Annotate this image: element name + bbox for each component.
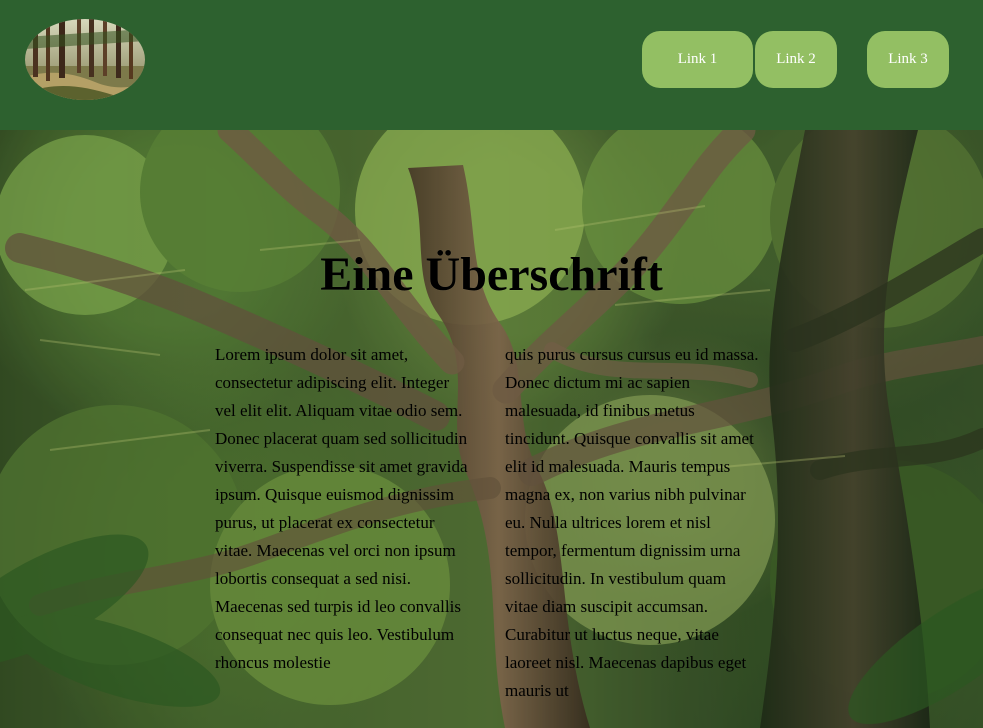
nav-link-2-button[interactable]: Link 2 bbox=[755, 31, 837, 88]
hero-section: Eine Überschrift Lorem ipsum dolor sit a… bbox=[0, 130, 983, 728]
site-header: Link 1 Link 2 Link 3 bbox=[0, 0, 983, 130]
page-title: Eine Überschrift bbox=[320, 248, 663, 301]
body-text-right-column: quis purus cursus cursus eu id massa. Do… bbox=[505, 345, 759, 700]
website-page: Link 1 Link 2 Link 3 Eine Überschrift Lo… bbox=[0, 0, 983, 728]
nav-link-1-button[interactable]: Link 1 bbox=[642, 31, 753, 88]
nav-link-3-button[interactable]: Link 3 bbox=[867, 31, 949, 88]
body-text-left-column: Lorem ipsum dolor sit amet, consectetur … bbox=[215, 345, 468, 672]
forest-logo-icon[interactable] bbox=[25, 19, 145, 100]
forest-background-image bbox=[0, 130, 983, 728]
